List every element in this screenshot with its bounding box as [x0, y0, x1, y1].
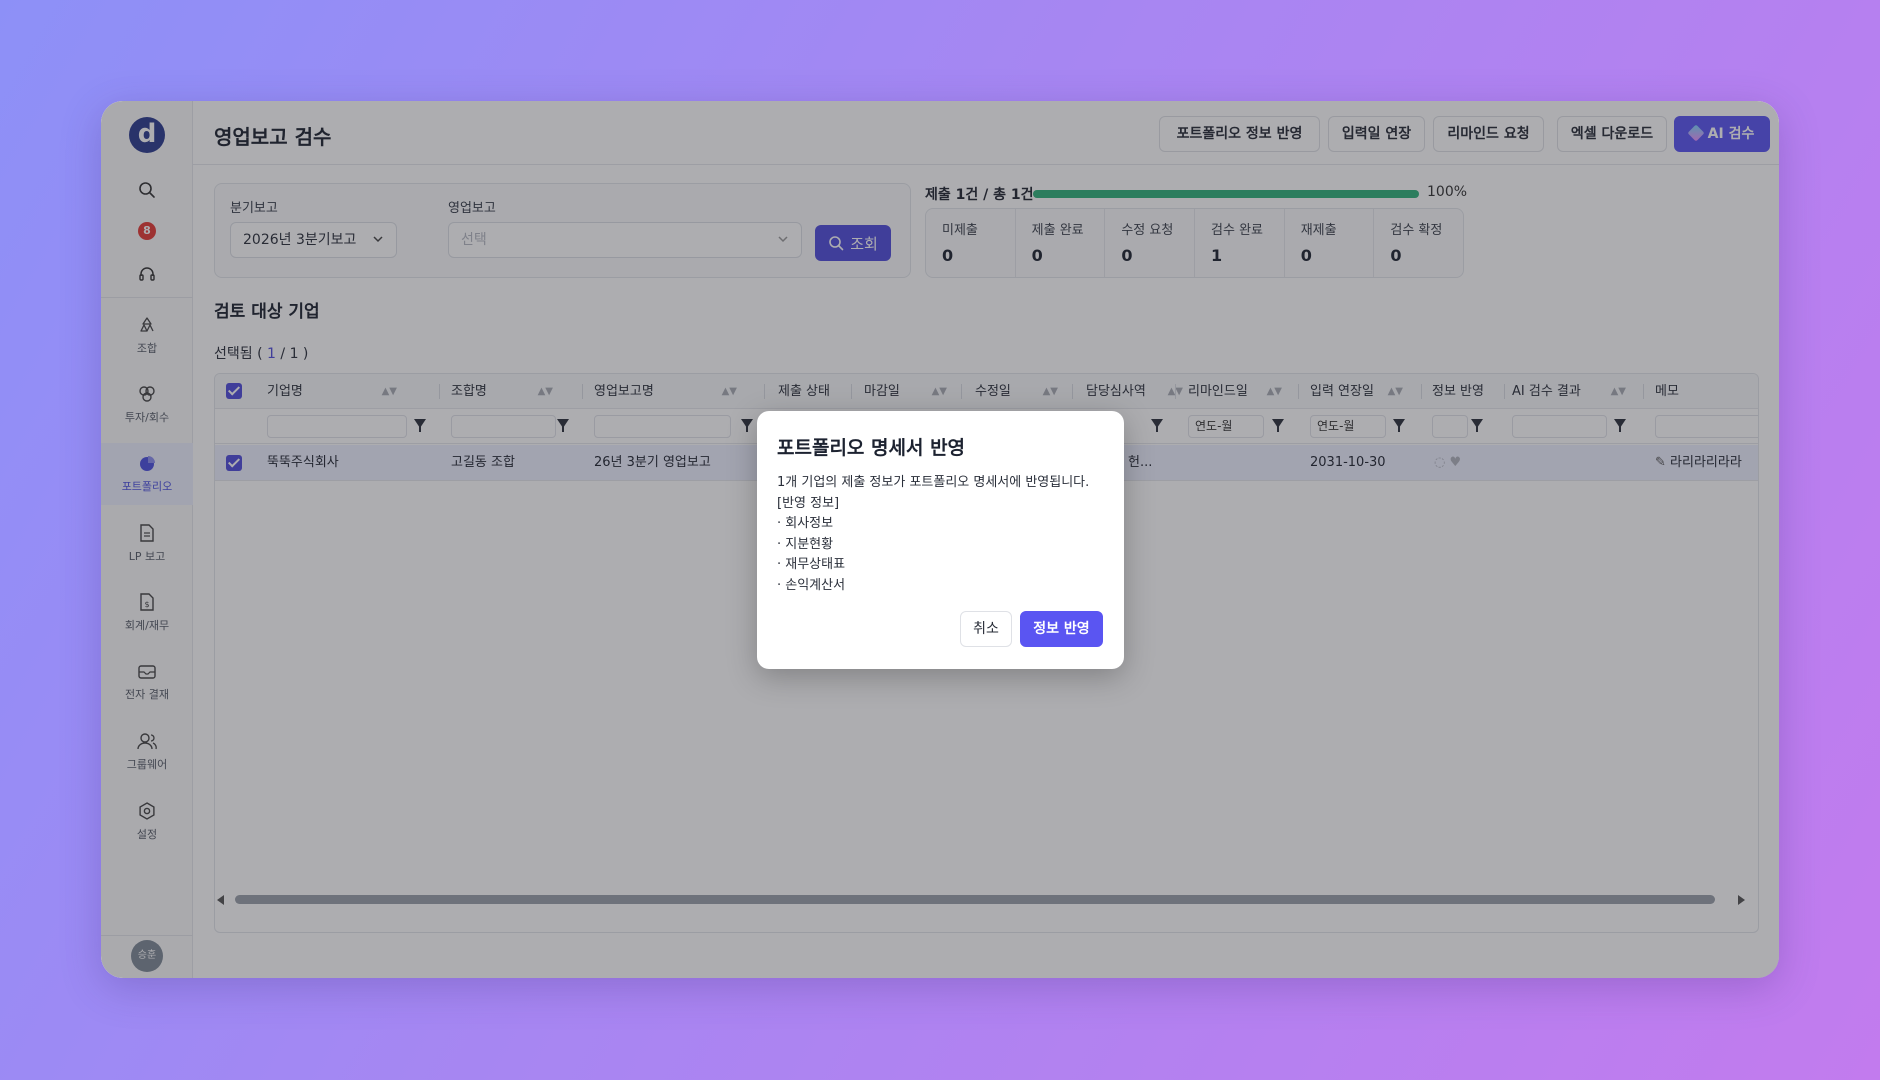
dialog-line: [반영 정보]: [777, 495, 840, 511]
confirm-reflect-button[interactable]: 정보 반영: [1020, 611, 1103, 647]
reflect-dialog: 포트폴리오 명세서 반영 1개 기업의 제출 정보가 포트폴리오 명세서에 반영…: [757, 411, 1124, 669]
dialog-title: 포트폴리오 명세서 반영: [777, 437, 966, 459]
dialog-line: · 재무상태표: [777, 557, 846, 572]
dialog-body: 1개 기업의 제출 정보가 포트폴리오 명세서에 반영됩니다. [반영 정보] …: [777, 473, 1089, 596]
dialog-line: · 회사정보: [777, 516, 834, 531]
dialog-line: · 손익계산서: [777, 577, 846, 593]
dialog-line: · 지분현황: [777, 536, 834, 552]
dialog-line: 1개 기업의 제출 정보가 포트폴리오 명세서에 반영됩니다.: [777, 475, 1090, 490]
cancel-button[interactable]: 취소: [960, 611, 1012, 647]
